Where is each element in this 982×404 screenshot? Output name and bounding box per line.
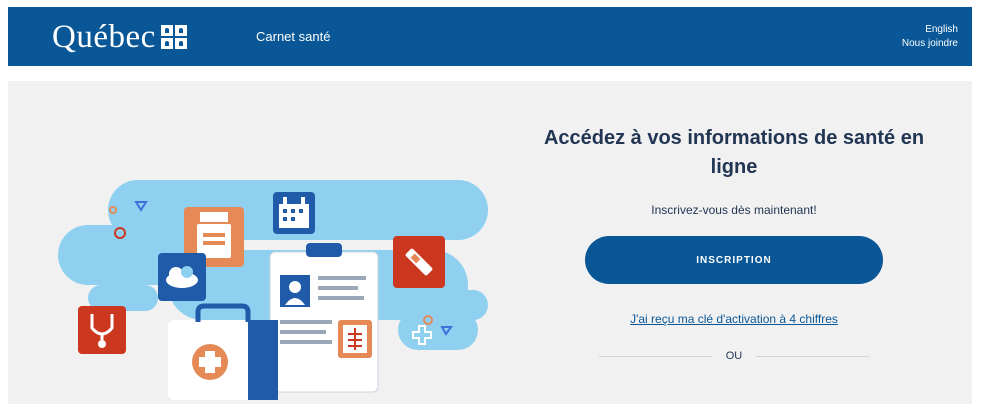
stethoscope-icon	[78, 306, 126, 354]
signup-subtitle: Inscrivez-vous dès maintenant!	[651, 203, 817, 217]
divider-line-left	[599, 355, 712, 357]
clipboard-icon	[269, 243, 379, 393]
calendar-icon	[273, 192, 315, 234]
xray-icon	[338, 320, 372, 358]
quebec-logo[interactable]: Québec	[52, 15, 187, 59]
first-aid-kit-icon	[168, 303, 278, 400]
page-title: Accédez à vos informations de santé en l…	[543, 127, 925, 178]
health-illustration	[58, 180, 488, 400]
divider-line-right	[756, 355, 869, 357]
language-link[interactable]: English	[902, 23, 958, 37]
quebec-fleurdelise-icon	[160, 25, 187, 49]
contact-link[interactable]: Nous joindre	[902, 37, 958, 51]
inscription-button[interactable]: INSCRIPTION	[585, 236, 883, 284]
brand-wordmark: Québec	[52, 18, 156, 55]
or-divider: OU	[599, 350, 869, 362]
site-header: Québec Carnet santé English Nous joindre	[8, 7, 972, 66]
header-links: English Nous joindre	[902, 23, 958, 51]
cloud-icon	[158, 253, 206, 301]
or-label: OU	[725, 350, 743, 362]
syringe-icon	[393, 236, 445, 288]
signup-panel: Accédez à vos informations de santé en l…	[528, 124, 940, 362]
product-name[interactable]: Carnet santé	[256, 29, 330, 44]
activation-key-link[interactable]: J'ai reçu ma clé d'activation à 4 chiffr…	[630, 312, 838, 326]
